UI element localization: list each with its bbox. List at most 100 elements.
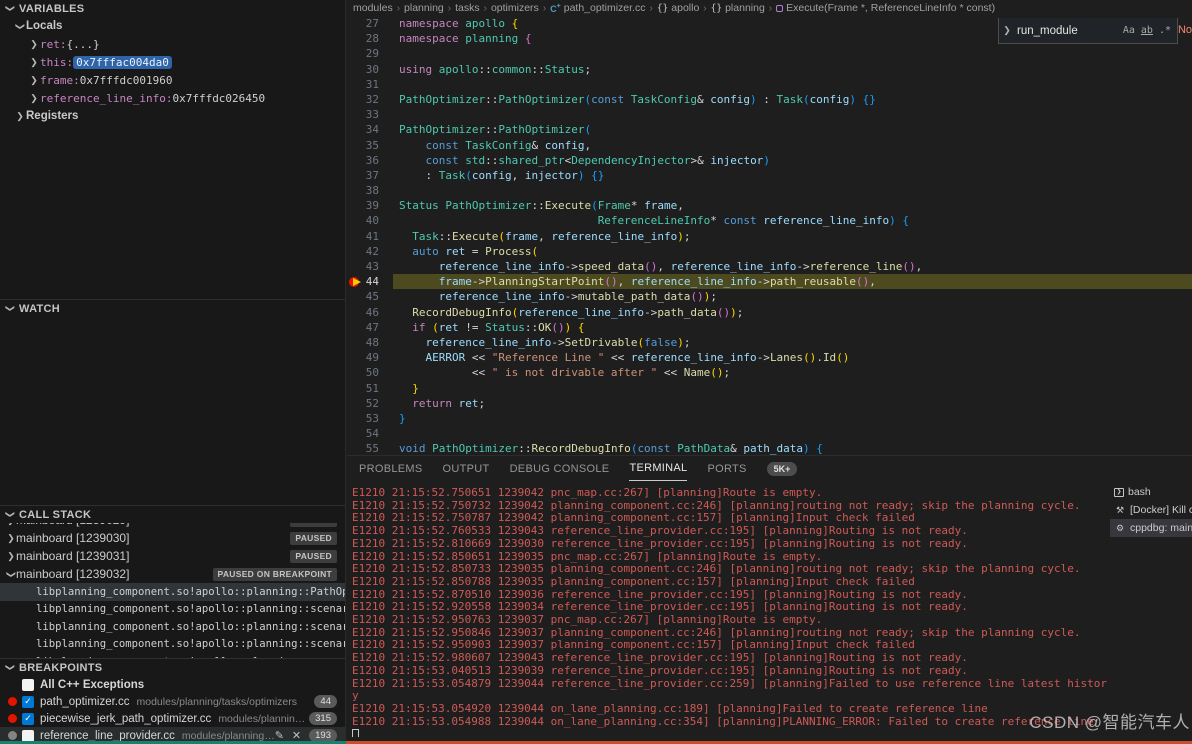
- line-number[interactable]: 54: [347, 426, 399, 441]
- line-number[interactable]: 53: [347, 411, 399, 426]
- code-line[interactable]: 42 auto ret = Process(: [347, 244, 1192, 259]
- breakpoint-checkbox[interactable]: ✓: [22, 696, 34, 708]
- line-number[interactable]: 50: [347, 365, 399, 380]
- code-line[interactable]: 48 reference_line_info->SetDrivable(fals…: [347, 335, 1192, 350]
- tab-ports[interactable]: PORTS: [707, 456, 746, 481]
- line-number[interactable]: 55: [347, 441, 399, 455]
- line-number[interactable]: 29: [347, 46, 399, 61]
- line-number[interactable]: 43: [347, 259, 399, 274]
- tab-problems[interactable]: PROBLEMS: [359, 456, 423, 481]
- terminal-output[interactable]: E1210 21:15:52.750651 1239042 pnc_map.cc…: [352, 487, 1112, 737]
- breakpoint-checkbox[interactable]: [22, 730, 34, 742]
- code-line[interactable]: 49 AERROR << "Reference Line " << refere…: [347, 350, 1192, 365]
- breakpoint-dot-icon[interactable]: [8, 731, 17, 740]
- code-line[interactable]: 33: [347, 107, 1192, 122]
- tab-terminal[interactable]: TERMINAL: [629, 456, 687, 481]
- code-line[interactable]: 46 RecordDebugInfo(reference_line_info->…: [347, 305, 1192, 320]
- variable-row[interactable]: ❯this: 0x7fffac004da0: [0, 53, 345, 71]
- code-line[interactable]: 43 reference_line_info->speed_data(), re…: [347, 259, 1192, 274]
- code-line[interactable]: 51 }: [347, 381, 1192, 396]
- code-line[interactable]: 50 << " is not drivable after " << Name(…: [347, 365, 1192, 380]
- line-number[interactable]: 36: [347, 153, 399, 168]
- variables-panel-header[interactable]: ❯ VARIABLES: [0, 0, 345, 17]
- call-stack-frame[interactable]: libplanning_component.so!apollo::plannin…: [0, 636, 345, 654]
- call-stack-frame[interactable]: libplanning_component.so!apollo::plannin…: [0, 583, 345, 601]
- line-number[interactable]: 39: [347, 198, 399, 213]
- line-number[interactable]: 32: [347, 92, 399, 107]
- code-line[interactable]: 45 reference_line_info->mutable_path_dat…: [347, 289, 1192, 304]
- line-number[interactable]: 31: [347, 77, 399, 92]
- code-line[interactable]: 29: [347, 46, 1192, 61]
- code-line[interactable]: 36 const std::shared_ptr<DependencyInjec…: [347, 153, 1192, 168]
- code-line[interactable]: 37 : Task(config, injector) {}: [347, 168, 1192, 183]
- line-number[interactable]: 44: [347, 274, 399, 289]
- breadcrumb-item[interactable]: optimizers: [491, 2, 539, 14]
- line-number[interactable]: 47: [347, 320, 399, 335]
- variable-row[interactable]: ❯frame: 0x7fffdc001960: [0, 71, 345, 89]
- code-line[interactable]: 54: [347, 426, 1192, 441]
- terminal-list-item[interactable]: ⚙cppdbg: main: [1110, 519, 1192, 537]
- line-number[interactable]: 28: [347, 31, 399, 46]
- watch-panel-header[interactable]: ❯ WATCH: [0, 300, 345, 317]
- breakpoints-panel-header[interactable]: ❯ BREAKPOINTS: [0, 659, 345, 676]
- line-number[interactable]: 42: [347, 244, 399, 259]
- tab-output[interactable]: OUTPUT: [443, 456, 490, 481]
- line-number[interactable]: 51: [347, 381, 399, 396]
- breadcrumb-item[interactable]: planning: [404, 2, 444, 14]
- breadcrumb-item[interactable]: Execute(Frame *, ReferenceLineInfo * con…: [776, 2, 995, 14]
- call-stack-thread[interactable]: ❯mainboard [1239030]PAUSED: [0, 529, 345, 547]
- code-line[interactable]: 55void PathOptimizer::RecordDebugInfo(co…: [347, 441, 1192, 455]
- call-stack-thread[interactable]: ❯mainboard [1239032]PAUSED ON BREAKPOINT: [0, 565, 345, 583]
- code-line[interactable]: 53}: [347, 411, 1192, 426]
- code-line[interactable]: 38: [347, 183, 1192, 198]
- line-number[interactable]: 34: [347, 122, 399, 137]
- code-line[interactable]: 34PathOptimizer::PathOptimizer(: [347, 122, 1192, 137]
- code-line[interactable]: 44 frame->PlanningStartPoint(), referenc…: [347, 274, 1192, 289]
- match-case-icon[interactable]: Aa: [1123, 25, 1135, 36]
- code-line[interactable]: 30using apollo::common::Status;: [347, 62, 1192, 77]
- whole-word-icon[interactable]: ab: [1141, 25, 1153, 36]
- breakpoint-row[interactable]: reference_line_provider.ccmodules/planni…: [0, 727, 345, 742]
- line-number[interactable]: 35: [347, 138, 399, 153]
- line-number[interactable]: 52: [347, 396, 399, 411]
- variable-row[interactable]: ❯reference_line_info: 0x7fffdc026450: [0, 89, 345, 107]
- variable-row[interactable]: ❯ret: {...}: [0, 35, 345, 53]
- breakpoint-row[interactable]: All C++ Exceptions: [0, 676, 345, 693]
- breadcrumb-item[interactable]: modules: [353, 2, 393, 14]
- breadcrumb-item[interactable]: Cpath_optimizer.cc: [550, 2, 645, 14]
- call-stack-panel-header[interactable]: ❯ CALL STACK: [0, 506, 345, 523]
- breakpoint-checkbox[interactable]: ✓: [22, 713, 34, 725]
- breakpoint-dot-icon[interactable]: [8, 697, 17, 706]
- code-line[interactable]: 40 ReferenceLineInfo* const reference_li…: [347, 213, 1192, 228]
- line-number[interactable]: 27: [347, 16, 399, 31]
- line-number[interactable]: 33: [347, 107, 399, 122]
- breadcrumb-item[interactable]: {}apollo: [657, 2, 699, 14]
- variables-group-registers[interactable]: ❯Registers: [0, 107, 345, 125]
- line-number[interactable]: 49: [347, 350, 399, 365]
- code-line[interactable]: 47 if (ret != Status::OK()) {: [347, 320, 1192, 335]
- line-number[interactable]: 45: [347, 289, 399, 304]
- code-area[interactable]: 27namespace apollo {28namespace planning…: [347, 16, 1192, 455]
- call-stack-frame[interactable]: libplanning_component.so!apollo::plannin…: [0, 618, 345, 636]
- terminal-list-item[interactable]: ⚒[Docker] Kill c: [1110, 501, 1192, 519]
- variables-group-locals[interactable]: ❯Locals: [0, 17, 345, 35]
- breakpoint-dot-icon[interactable]: [8, 714, 17, 723]
- breakpoint-row[interactable]: ✓piecewise_jerk_path_optimizer.ccmodules…: [0, 710, 345, 727]
- find-expand-icon[interactable]: ❯: [999, 25, 1015, 36]
- line-number[interactable]: 48: [347, 335, 399, 350]
- line-number[interactable]: 38: [347, 183, 399, 198]
- line-number[interactable]: 40: [347, 213, 399, 228]
- breakpoint-row[interactable]: ✓path_optimizer.ccmodules/planning/tasks…: [0, 693, 345, 710]
- code-line[interactable]: 52 return ret;: [347, 396, 1192, 411]
- line-number[interactable]: 46: [347, 305, 399, 320]
- breakpoint-checkbox[interactable]: [22, 679, 34, 691]
- regex-icon[interactable]: .*: [1159, 25, 1171, 36]
- line-number[interactable]: 37: [347, 168, 399, 183]
- call-stack-frame[interactable]: libplanning_component.so!apollo::plannin…: [0, 601, 345, 619]
- tab-debug-console[interactable]: DEBUG CONSOLE: [510, 456, 610, 481]
- code-line[interactable]: 41 Task::Execute(frame, reference_line_i…: [347, 229, 1192, 244]
- terminal-panel[interactable]: E1210 21:15:52.750651 1239042 pnc_map.cc…: [347, 481, 1192, 742]
- breadcrumb-item[interactable]: tasks: [455, 2, 480, 14]
- breadcrumb-item[interactable]: {}planning: [711, 2, 765, 14]
- line-number[interactable]: 41: [347, 229, 399, 244]
